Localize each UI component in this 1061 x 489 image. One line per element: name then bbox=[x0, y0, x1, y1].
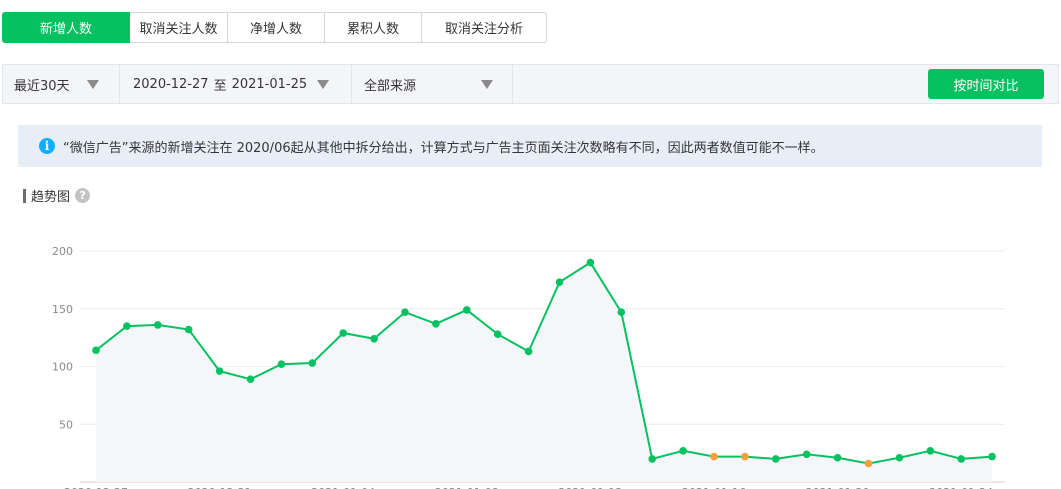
tab-bar: 新增人数 取消关注人数 净增人数 累积人数 取消关注分析 bbox=[2, 12, 547, 43]
data-point bbox=[617, 308, 626, 317]
tab-cumulative[interactable]: 累积人数 bbox=[325, 12, 422, 43]
data-point bbox=[802, 450, 811, 459]
range-select[interactable]: 最近30天 bbox=[3, 65, 119, 103]
data-point bbox=[401, 308, 409, 317]
y-tick-label: 150 bbox=[52, 303, 73, 316]
y-tick-label: 50 bbox=[59, 418, 73, 431]
section-marker bbox=[23, 188, 26, 203]
source-select[interactable]: 全部来源 bbox=[352, 65, 512, 103]
y-tick-label: 100 bbox=[52, 361, 73, 374]
data-point bbox=[308, 359, 317, 367]
data-point bbox=[772, 455, 780, 463]
data-point bbox=[370, 334, 378, 343]
compare-by-time-button[interactable]: 按时间对比 bbox=[928, 69, 1044, 99]
data-point bbox=[154, 321, 162, 329]
data-point bbox=[463, 306, 471, 314]
data-point bbox=[586, 258, 595, 267]
data-point bbox=[524, 347, 533, 356]
tab-unfollow-analysis[interactable]: 取消关注分析 bbox=[422, 12, 547, 43]
divider bbox=[512, 65, 513, 103]
tab-net-growth[interactable]: 净增人数 bbox=[228, 12, 325, 43]
data-point bbox=[679, 447, 687, 455]
info-icon: i bbox=[39, 138, 55, 154]
help-icon[interactable]: ? bbox=[75, 188, 91, 203]
data-point bbox=[957, 455, 965, 463]
data-point bbox=[988, 452, 996, 461]
data-point bbox=[184, 325, 193, 334]
date-range-picker[interactable]: 2020-12-27 至 2021-01-25 bbox=[120, 65, 351, 103]
data-point bbox=[648, 455, 656, 463]
data-point bbox=[833, 453, 842, 462]
chevron-down-icon bbox=[87, 80, 99, 89]
section-header: 趋势图 ? bbox=[23, 186, 91, 205]
data-point bbox=[432, 319, 440, 328]
tab-new-followers[interactable]: 新增人数 bbox=[2, 12, 130, 43]
source-select-value: 全部来源 bbox=[364, 78, 417, 94]
info-notice: i “微信广告”来源的新增关注在 2020/06起从其他中拆分给出，计算方式与广… bbox=[18, 125, 1042, 167]
data-point bbox=[339, 329, 348, 337]
series-area bbox=[96, 262, 993, 482]
y-tick-label: 200 bbox=[52, 245, 73, 258]
data-point bbox=[864, 459, 873, 468]
data-point bbox=[555, 278, 564, 286]
date-from: 2020-12-27 bbox=[133, 76, 209, 92]
date-separator: 至 bbox=[213, 78, 227, 94]
section-title: 趋势图 bbox=[31, 190, 71, 205]
data-point bbox=[493, 330, 502, 338]
data-point bbox=[741, 452, 749, 461]
range-select-value: 最近30天 bbox=[14, 78, 70, 94]
chevron-down-icon bbox=[317, 80, 329, 89]
data-point bbox=[277, 360, 286, 368]
date-to: 2021-01-25 bbox=[231, 76, 308, 92]
data-point bbox=[926, 447, 935, 455]
chevron-down-icon bbox=[481, 80, 493, 89]
filter-bar: 最近30天 2020-12-27 至 2021-01-25 全部来源 按时间对比 bbox=[2, 64, 1059, 104]
data-point bbox=[710, 452, 718, 461]
series-line bbox=[95, 261, 993, 465]
data-point bbox=[246, 375, 255, 384]
data-point bbox=[895, 453, 904, 462]
data-point bbox=[215, 367, 224, 375]
data-point bbox=[92, 346, 100, 355]
notice-text: “微信广告”来源的新增关注在 2020/06起从其他中拆分给出，计算方式与广告主… bbox=[63, 140, 824, 156]
data-point bbox=[123, 322, 131, 330]
tab-unfollowers[interactable]: 取消关注人数 bbox=[130, 12, 228, 43]
